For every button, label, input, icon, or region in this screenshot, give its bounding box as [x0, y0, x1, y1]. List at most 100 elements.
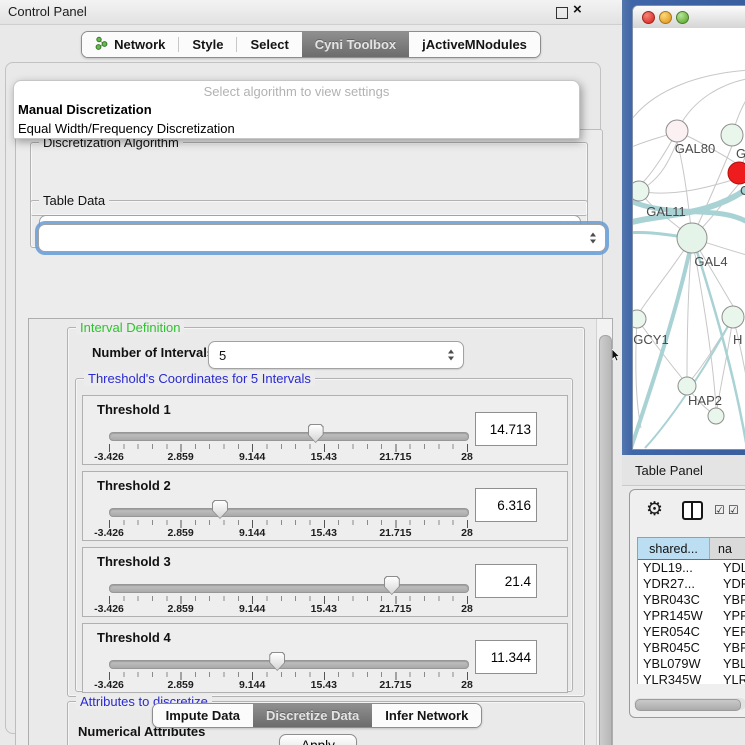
network-node[interactable]: [677, 223, 707, 253]
tick-label: 2.859: [167, 451, 193, 463]
horizontal-scrollbar-thumb[interactable]: [635, 699, 741, 711]
table-header-row: shared... na: [638, 538, 745, 560]
algorithm-combo[interactable]: [38, 224, 606, 252]
split-columns-icon[interactable]: [682, 501, 703, 520]
num-intervals-label: Number of Intervals: [92, 345, 214, 360]
table-row[interactable]: YDL19...YDL1: [638, 560, 745, 576]
tick-label: 15.43: [311, 527, 337, 539]
threshold-slider: [109, 500, 467, 520]
tab-label: Discretize Data: [266, 708, 359, 723]
network-canvas[interactable]: GAL80 GA C GAL11 GAL4 GCY1 H HAP2: [633, 28, 745, 449]
num-intervals-value: 5: [219, 348, 226, 363]
table-cell[interactable]: YDR27...: [638, 576, 715, 592]
table-cell[interactable]: YPR145W: [638, 608, 715, 624]
bottom-tab-group: Impute Data Discretize Data Infer Networ…: [152, 703, 483, 728]
slider-thumb[interactable]: [308, 424, 324, 443]
tab-infer-network[interactable]: Infer Network: [372, 704, 481, 727]
num-intervals-combo[interactable]: 5: [208, 341, 464, 369]
network-node[interactable]: [633, 310, 646, 328]
table-cell[interactable]: YBL0: [715, 656, 745, 672]
tick-label: 2.859: [167, 527, 193, 539]
network-view-window[interactable]: GAL80 GA C GAL11 GAL4 GCY1 H HAP2: [632, 5, 745, 450]
tick-label: 9.144: [239, 527, 265, 539]
table-toolbar: ⚙ ☑ ☑: [630, 490, 745, 534]
table-cell[interactable]: YDL19...: [638, 560, 715, 576]
table-cell[interactable]: YLR345W: [638, 672, 715, 684]
column-header-name[interactable]: na: [710, 538, 745, 559]
vertical-scrollbar[interactable]: [596, 319, 612, 745]
threshold-value-field[interactable]: [475, 564, 537, 598]
tab-label: Network: [114, 37, 165, 52]
tab-discretize-data[interactable]: Discretize Data: [253, 704, 372, 727]
table-cell[interactable]: YDL1: [715, 560, 745, 576]
table-cell[interactable]: YLR3: [715, 672, 745, 684]
settings-scrollpane: Interval Definition Number of Intervals …: [28, 318, 613, 745]
tab-cyni-toolbox[interactable]: Cyni Toolbox: [302, 32, 409, 57]
close-traffic-light-icon[interactable]: [642, 11, 655, 24]
vertical-scrollbar-thumb[interactable]: [599, 335, 612, 745]
tab-label: Select: [250, 37, 288, 52]
table-cell[interactable]: YBR0: [715, 640, 745, 656]
discretize-tab-content: Discretization Algorithm Table Data galF…: [15, 129, 603, 745]
table-row[interactable]: YBL079WYBL0: [638, 656, 745, 672]
table-cell[interactable]: YER0: [715, 624, 745, 640]
threshold-value-field[interactable]: [475, 488, 537, 522]
checkbox-icon[interactable]: ☑: [714, 503, 725, 517]
tick-label: 28: [461, 527, 473, 539]
table-cell[interactable]: YPR1: [715, 608, 745, 624]
table-cell[interactable]: YBR043C: [638, 592, 715, 608]
table-row[interactable]: YBR043CYBR0: [638, 592, 745, 608]
gear-icon[interactable]: ⚙: [646, 498, 663, 520]
table-row[interactable]: YPR145WYPR1: [638, 608, 745, 624]
network-node[interactable]: [666, 120, 688, 142]
popup-option-manual[interactable]: Manual Discretization: [14, 101, 579, 120]
table-cell[interactable]: YDR2: [715, 576, 745, 592]
slider-tick-labels: -3.4262.8599.14415.4321.71528: [109, 603, 467, 615]
popup-placeholder: Select algorithm to view settings: [14, 81, 579, 101]
table-row[interactable]: YER054CYER0: [638, 624, 745, 640]
threshold-value-field[interactable]: [475, 640, 537, 674]
mouse-cursor: [612, 349, 621, 367]
column-header-shared-name[interactable]: shared...: [638, 538, 710, 559]
horizontal-scrollbar[interactable]: [634, 698, 745, 710]
network-node[interactable]: [633, 181, 649, 201]
tab-select[interactable]: Select: [237, 32, 301, 57]
threshold-slider: [109, 576, 467, 596]
app-window: Control Panel × Network Style: [0, 0, 745, 745]
tab-label: jActiveMNodules: [422, 37, 527, 52]
table-cell[interactable]: YBR0: [715, 592, 745, 608]
network-node[interactable]: [708, 408, 724, 424]
table-row[interactable]: YLR345WYLR3: [638, 672, 745, 684]
table-cell[interactable]: YBR045C: [638, 640, 715, 656]
table-row[interactable]: YBR045CYBR0: [638, 640, 745, 656]
node-label-partial: C: [740, 183, 745, 198]
minimize-traffic-light-icon[interactable]: [659, 11, 672, 24]
apply-button[interactable]: Apply: [279, 734, 357, 745]
float-window-icon[interactable]: [556, 7, 568, 19]
zoom-traffic-light-icon[interactable]: [676, 11, 689, 24]
popup-option-equal-width[interactable]: Equal Width/Frequency Discretization: [14, 120, 579, 139]
thresholds-group-title: Threshold's Coordinates for 5 Intervals: [84, 371, 315, 386]
checkbox-icon[interactable]: ☑: [728, 503, 739, 517]
tab-jactivemnodules[interactable]: jActiveMNodules: [409, 32, 540, 57]
network-node-selected[interactable]: [728, 162, 745, 184]
slider-thumb[interactable]: [212, 500, 228, 519]
threshold-value-field[interactable]: [475, 412, 537, 446]
tab-impute-data[interactable]: Impute Data: [153, 704, 253, 727]
stepper-icon: [448, 350, 454, 361]
tab-network[interactable]: Network: [82, 32, 178, 57]
node-label-partial: GA: [736, 146, 745, 161]
slider-thumb[interactable]: [384, 576, 400, 595]
tab-style[interactable]: Style: [179, 32, 236, 57]
table-cell[interactable]: YER054C: [638, 624, 715, 640]
close-icon[interactable]: ×: [573, 1, 582, 18]
tick-label: 21.715: [379, 527, 411, 539]
table-cell[interactable]: YBL079W: [638, 656, 715, 672]
network-window-titlebar: [633, 6, 745, 29]
interval-definition-group: Interval Definition Number of Intervals …: [67, 327, 585, 697]
network-node[interactable]: [722, 306, 744, 328]
thresholds-group: Threshold's Coordinates for 5 Intervals …: [75, 378, 573, 692]
network-node[interactable]: [721, 124, 743, 146]
slider-thumb[interactable]: [269, 652, 285, 671]
table-row[interactable]: YDR27...YDR2: [638, 576, 745, 592]
